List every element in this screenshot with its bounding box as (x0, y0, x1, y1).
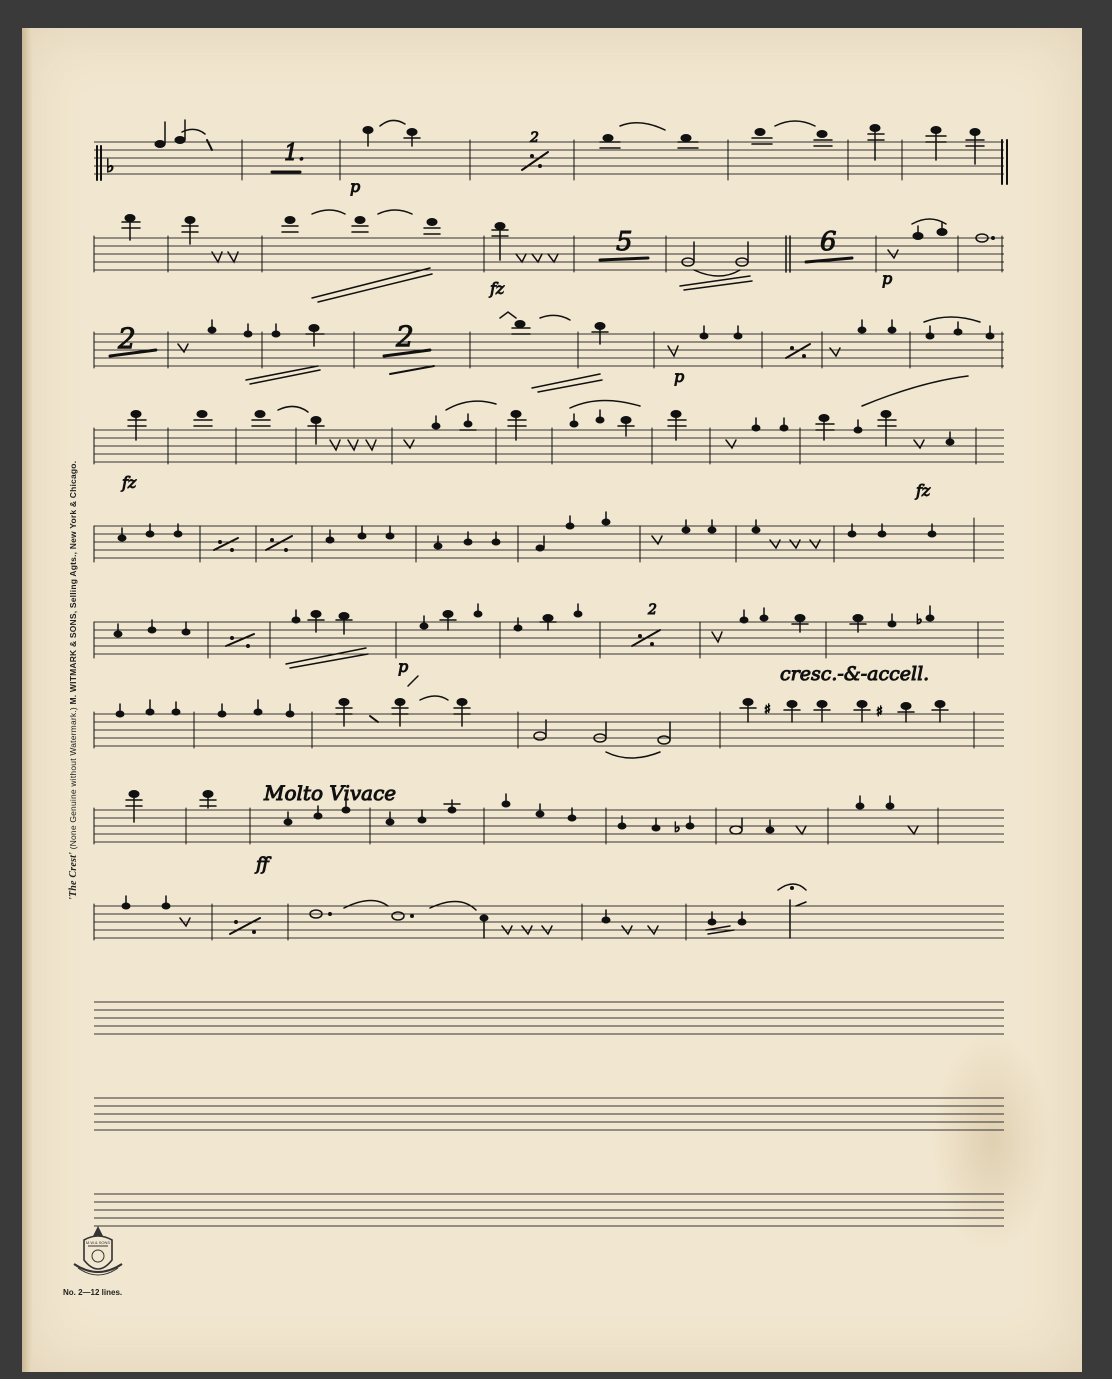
sharp-accidental-2: ♯ (876, 704, 883, 720)
dynamic-p-2: p (882, 269, 892, 288)
rest-6: 6 (820, 227, 837, 257)
flat-accidental-2: ♭ (674, 820, 681, 836)
rest-5: 5 (616, 227, 633, 257)
dynamic-ff: ff (254, 854, 272, 875)
dynamic-p-3: p (674, 367, 684, 386)
staff-6-notes: p 2 ♭ cresc.-&-accell. (93, 602, 979, 686)
staff-10 (94, 1001, 1004, 1035)
sharp-accidental-1: ♯ (764, 702, 771, 718)
music-score: ♭ 1. p 2 fz 5 6 p 2 2 p fz fz p 2 ♭ cres… (93, 119, 1008, 1227)
staff-9-notes (93, 883, 807, 941)
staff-5-notes (93, 511, 975, 563)
staff-11 (94, 1097, 1004, 1131)
dynamic-fz-2: fz (121, 473, 137, 492)
staff-1 (94, 141, 1004, 175)
rest-2c: 2 (395, 320, 414, 353)
rest-2b: 2 (117, 322, 136, 355)
page: 'The Crest' (None Genuine without Waterm… (0, 0, 1112, 1379)
dynamic-p-1: p (350, 177, 360, 196)
staff-8 (94, 809, 1004, 843)
staff-2 (94, 237, 1004, 271)
tempo-molto-vivace: Molto Vivace (263, 781, 396, 805)
staff-8-notes: Molto Vivace ff ♭ (93, 781, 939, 876)
staff-2-notes: fz 5 6 p (93, 209, 1003, 303)
dynamic-fz-3: fz (915, 481, 931, 500)
staff-7 (94, 713, 1004, 747)
flat-accidental: ♭ (916, 612, 923, 628)
staff-12 (94, 1193, 1004, 1227)
flat-sign: ♭ (106, 156, 115, 177)
staff-4 (94, 429, 1004, 463)
staff-3 (94, 333, 1004, 367)
rest-1: 1. (284, 141, 305, 166)
staff-3-notes: 2 2 p (93, 311, 1003, 393)
dynamic-fz-1: fz (489, 279, 505, 298)
rest-2-repeat: 2 (647, 602, 657, 618)
dynamic-p-4: p (398, 657, 408, 676)
handwritten-notation: ♭ 1. p 2 fz 5 6 p 2 2 p fz fz p 2 ♭ cres… (93, 119, 1008, 941)
repeat-2: 2 (529, 130, 539, 146)
tempo-cresc: cresc.-&-accell. (780, 663, 929, 685)
